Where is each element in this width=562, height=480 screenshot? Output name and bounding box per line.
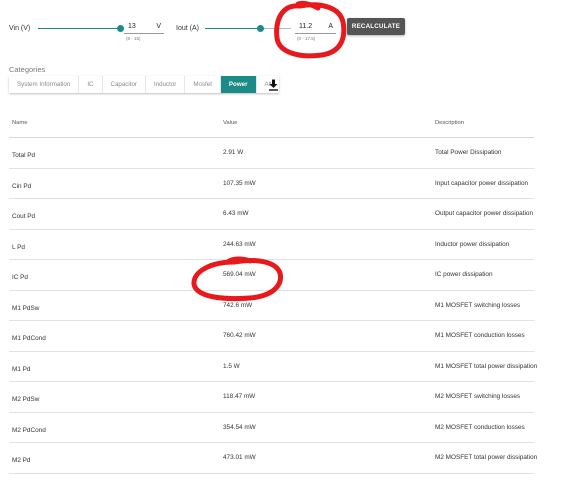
row-description: M2 MOSFET conduction losses xyxy=(435,423,525,431)
table-row: Total Pd 2.91 W Total Power Dissipation xyxy=(9,138,534,169)
vin-label: Vin (V) xyxy=(9,25,31,32)
row-description: Output capacitor power dissipation xyxy=(435,210,534,217)
row-name: M2 PdCond xyxy=(12,426,46,434)
vin-field[interactable]: 13 V xyxy=(124,23,164,34)
vin-slider-fill xyxy=(38,28,120,29)
row-name: M2 Pd xyxy=(12,457,31,464)
row-value: 1.5 W xyxy=(223,362,240,370)
table-row: L Pd 244.63 mW Inductor power dissipatio… xyxy=(9,230,534,260)
tab-system-information[interactable]: System Information xyxy=(9,76,80,93)
row-value: 473.01 mW xyxy=(223,454,256,461)
recalculate-button[interactable]: RECALCULATE xyxy=(347,18,405,35)
row-description: IC power dissipation xyxy=(435,271,493,278)
row-name: M2 PdSw xyxy=(12,396,40,403)
table-row: M1 PdSw 742.6 mW M1 MOSFET switching los… xyxy=(9,291,534,321)
row-description: Inductor power dissipation xyxy=(435,240,510,248)
table-row: Cout Pd 6.43 mW Output capacitor power d… xyxy=(9,199,534,230)
row-name: IC Pd xyxy=(12,274,28,281)
row-description: Input capacitor power dissipation xyxy=(435,179,529,187)
tab-capacitor[interactable]: Capacitor xyxy=(103,76,146,93)
vin-slider[interactable] xyxy=(38,25,124,32)
row-name: M1 PdCond xyxy=(12,335,46,342)
iout-slider[interactable] xyxy=(205,25,291,32)
vin-slider-thumb[interactable] xyxy=(116,25,124,32)
column-header-value[interactable]: Value xyxy=(223,120,237,126)
category-tabs: System Information IC Capacitor Inductor… xyxy=(9,76,280,93)
row-description: M2 MOSFET total power dissipation xyxy=(435,454,538,461)
vin-unit: V xyxy=(156,23,161,30)
row-value: 6.43 mW xyxy=(223,210,249,217)
row-value: 118.47 mW xyxy=(223,393,256,400)
iout-slider-thumb[interactable] xyxy=(256,25,264,32)
table-row: M2 PdCond 354.54 mW M2 MOSFET conduction… xyxy=(9,413,534,443)
row-description: M1 MOSFET switching losses xyxy=(435,301,521,309)
table-row: M1 Pd 1.5 W M1 MOSFET total power dissip… xyxy=(9,352,538,382)
download-icon[interactable] xyxy=(268,79,279,91)
tab-inductor[interactable]: Inductor xyxy=(146,76,186,93)
iout-field[interactable]: 11.2 A xyxy=(295,23,336,34)
row-description: Total Power Dissipation xyxy=(435,149,502,156)
column-header-name[interactable]: Name xyxy=(12,120,27,126)
table-row: M2 PdSw 118.47 mW M2 MOSFET switching lo… xyxy=(9,382,534,413)
row-value: 569.04 mW xyxy=(223,271,256,278)
table-row: Cin Pd 107.35 mW Input capacitor power d… xyxy=(9,169,534,199)
table-row: IC Pd 569.04 mW IC power dissipation xyxy=(9,260,534,291)
iout-slider-fill xyxy=(205,28,261,29)
iout-value[interactable]: 11.2 xyxy=(299,23,312,30)
vin-range: (8 - 15) xyxy=(126,36,141,41)
row-name: Cin Pd xyxy=(12,182,32,190)
vin-value[interactable]: 13 xyxy=(128,23,136,30)
table-row: M2 Pd 473.01 mW M2 MOSFET total power di… xyxy=(9,443,538,474)
row-description: M1 MOSFET total power dissipation xyxy=(435,362,538,370)
row-name: L Pd xyxy=(12,243,25,251)
row-name: M1 PdSw xyxy=(12,304,40,312)
iout-label: Iout (A) xyxy=(176,25,199,32)
column-header-description[interactable]: Description xyxy=(435,120,464,126)
row-value: 760.42 mW xyxy=(223,332,256,339)
tab-power[interactable]: Power xyxy=(220,76,257,93)
categories-title: Categories xyxy=(9,65,46,74)
row-name: Cout Pd xyxy=(12,213,36,220)
row-description: M2 MOSFET switching losses xyxy=(435,393,521,400)
iout-range: (0 - 17.5) xyxy=(297,36,316,41)
row-description: M1 MOSFET conduction losses xyxy=(435,332,525,339)
row-value: 742.6 mW xyxy=(223,301,253,309)
row-value: 244.63 mW xyxy=(223,240,256,248)
tab-mosfet[interactable]: Mosfet xyxy=(185,76,221,93)
row-name: M1 Pd xyxy=(12,365,31,373)
table-row: M1 PdCond 760.42 mW M1 MOSFET conduction… xyxy=(9,321,534,352)
row-value: 354.54 mW xyxy=(223,423,256,431)
row-value: 107.35 mW xyxy=(223,179,256,187)
iout-unit: A xyxy=(328,23,333,30)
row-value: 2.91 W xyxy=(223,149,244,156)
tab-ic[interactable]: IC xyxy=(79,76,103,93)
row-name: Total Pd xyxy=(12,152,36,159)
